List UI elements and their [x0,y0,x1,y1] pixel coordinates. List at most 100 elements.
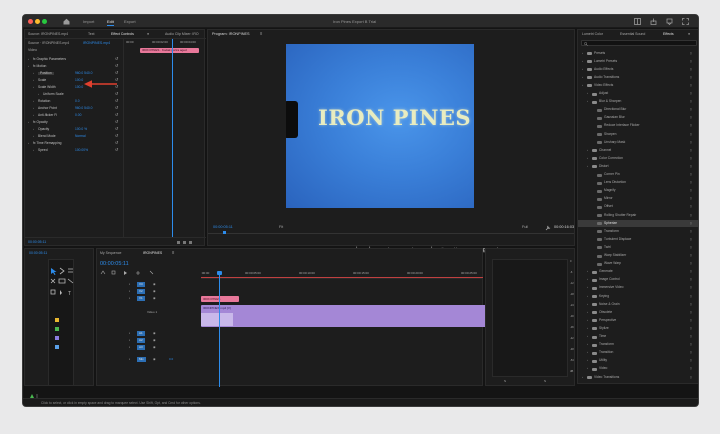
reset-icon[interactable]: ↺ [115,134,118,138]
effect-property-row[interactable]: › Speed 100.00% ↺ [25,147,123,154]
disclosure-triangle-icon[interactable]: › [587,318,588,322]
tab-my-sequence[interactable]: My Sequence [100,251,121,256]
disclosure-triangle-icon[interactable]: › [582,375,583,379]
effect-item[interactable]: Turbulent Displace ▯ [578,236,698,243]
disclosure-triangle-icon[interactable]: › [582,67,583,71]
track-target[interactable]: V2 [137,288,145,294]
playhead-handle[interactable] [217,271,222,275]
video-clip[interactable]: IRONPINES.mp4 [V] [201,305,493,327]
reset-icon[interactable]: ↺ [115,71,118,75]
disclosure-triangle-icon[interactable]: › [28,64,29,68]
disclosure-triangle-icon[interactable]: › [587,310,588,314]
workspaces-icon[interactable] [634,18,641,25]
ec-footer-icons[interactable] [177,241,197,245]
disclosure-triangle-icon[interactable]: › [587,335,588,338]
disclosure-triangle-icon[interactable]: › [33,99,34,103]
color-label-green[interactable] [55,327,59,331]
effect-property-value[interactable]: 0.00 [75,113,81,117]
program-frame[interactable]: IRON PINES [286,44,474,208]
effects-search-input[interactable] [581,40,697,46]
effect-folder[interactable]: › Noise & Grain ▯ [578,301,698,308]
clip-label[interactable]: IRONPINES.mp4 [83,41,110,46]
disclosure-triangle-icon[interactable]: › [33,134,34,138]
disclosure-triangle-icon[interactable]: › [587,326,588,330]
disclosure-triangle-icon[interactable]: › [33,78,34,82]
tab-ironpines-sequence[interactable]: IRONPINES [143,251,162,256]
reset-icon[interactable]: ↺ [115,113,118,117]
track-header[interactable]: ▪ A1 ◉ [97,330,197,337]
effect-property-row[interactable]: › Anti-flicker Fi 0.00 ↺ [25,112,123,119]
program-scrub-bar[interactable] [208,233,574,234]
effect-folder[interactable]: › Time ▯ [578,334,698,341]
disclosure-triangle-icon[interactable]: › [28,57,29,61]
disclosure-triangle-icon[interactable]: › [582,51,583,55]
zoom-window-button[interactable] [42,19,47,24]
effect-property-row[interactable]: › fx Motion ↺ [25,63,123,70]
color-label-yellow[interactable] [55,318,59,322]
reset-icon[interactable]: ↺ [115,141,118,145]
effect-folder[interactable]: › Image Control ▯ [578,277,698,284]
effect-folder[interactable]: › Audio Effects ▯ [578,66,698,73]
effect-property-value[interactable]: 0.0 [75,99,80,103]
effect-property-row[interactable]: › fx Time Remapping ↺ [25,140,123,147]
program-playhead[interactable] [223,231,226,234]
reset-icon[interactable]: ↺ [115,106,118,110]
effect-folder[interactable]: › Audio Transitions ▯ [578,74,698,81]
disclosure-triangle-icon[interactable]: › [587,343,588,346]
track-visibility-icon[interactable]: ◉ [153,282,156,286]
disclosure-triangle-icon[interactable]: › [587,164,588,168]
track-lock-icon[interactable]: ▪ [129,282,130,286]
effect-item[interactable]: Twirl ▯ [578,244,698,251]
track-header[interactable]: ▪ V1 ◉ [97,295,197,302]
disclosure-triangle-icon[interactable]: › [587,302,588,306]
effect-folder[interactable]: › Transform ▯ [578,342,698,349]
minimize-window-button[interactable] [35,19,40,24]
tab-lumetri-color[interactable]: Lumetri Color [582,32,603,37]
track-visibility-icon[interactable]: ◉ [153,357,156,361]
track-lock-icon[interactable]: ▪ [129,338,130,342]
edit-tab[interactable]: Edit [107,19,114,26]
effect-property-row[interactable]: › fx Opacity ↺ [25,119,123,126]
reset-icon[interactable]: ↺ [115,148,118,152]
track-target[interactable]: V1 [137,295,145,301]
disclosure-triangle-icon[interactable]: › [28,120,29,124]
fullscreen-icon[interactable] [682,18,689,25]
disclosure-triangle-icon[interactable]: › [587,92,588,95]
track-visibility-icon[interactable]: ◉ [153,289,156,293]
timeline-playhead[interactable] [219,271,220,387]
track-lock-icon[interactable]: ▪ [129,289,130,293]
effect-property-row[interactable]: › fx Graphic Parameters ↺ [25,56,123,63]
effect-property-value[interactable]: 100.00% [75,148,88,152]
track-visibility-icon[interactable]: ◉ [153,296,156,300]
disclosure-triangle-icon[interactable]: › [33,113,34,117]
close-window-button[interactable] [28,19,33,24]
disclosure-triangle-icon[interactable]: › [582,59,583,63]
effect-folder[interactable]: › Distort ▯ [578,163,698,170]
timeline-ruler[interactable]: :00:00 00:00:05:00 00:00:10:00 00:00:15:… [201,271,483,279]
effect-item[interactable]: Wave Warp ▯ [578,261,698,268]
track-target[interactable]: V3 [137,281,145,287]
track-target[interactable]: A3 [137,344,145,350]
import-tab[interactable]: Import [83,19,94,24]
work-area-bar[interactable] [201,277,483,278]
effect-folder[interactable]: › Stylize ▯ [578,325,698,332]
track-header[interactable]: ▪ V3 ◉ [97,281,197,288]
effect-folder[interactable]: › Generate ▯ [578,269,698,276]
effect-item[interactable]: Magnify ▯ [578,188,698,195]
track-target[interactable]: Mix [137,356,146,362]
effect-folder[interactable]: › Adjust ▯ [578,91,698,98]
disclosure-triangle-icon[interactable]: › [33,85,34,89]
track-lock-icon[interactable]: ▪ [129,357,130,361]
effect-property-value[interactable]: 100.0 [75,78,83,82]
effect-property-value[interactable]: 100.0 [75,85,83,89]
effect-folder[interactable]: › Blur & Sharpen ▯ [578,99,698,106]
color-label-blue[interactable] [55,345,59,349]
disclosure-triangle-icon[interactable]: › [587,359,588,362]
track-header[interactable]: ▪ A3 ◉ [97,344,197,351]
effect-item[interactable]: Directional Blur ▯ [578,107,698,114]
track-header[interactable]: ▪ V2 ◉ [97,288,197,295]
notifications-icon[interactable] [666,18,673,26]
effect-folder[interactable]: › Channel ▯ [578,147,698,154]
reset-icon[interactable]: ↺ [115,92,118,96]
mix-value[interactable]: 0.0 [169,358,173,361]
